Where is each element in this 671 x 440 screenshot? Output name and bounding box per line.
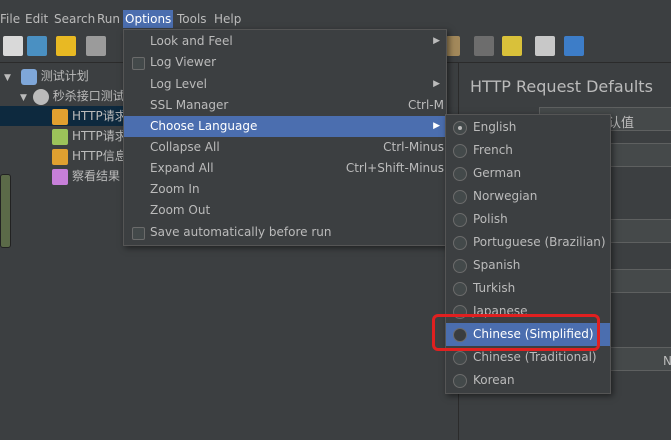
- radio-icon[interactable]: [453, 144, 467, 158]
- tree-node-label: 察看结果: [72, 169, 121, 183]
- menu-bar: File Edit Search Run Options Tools Help: [0, 0, 671, 29]
- new-icon[interactable]: [3, 36, 23, 56]
- tree-node-label: HTTP请求: [72, 129, 127, 143]
- tree-node-label: HTTP请求: [72, 109, 127, 123]
- chevron-down-icon[interactable]: ▼: [4, 73, 11, 83]
- radio-icon[interactable]: [453, 259, 467, 273]
- test-plan-tree: ▼ 测试计划 ▼ 秒杀接口测试 HTTP请求 HTTP请求 HTTP信息头 察看…: [0, 63, 139, 440]
- menu-options[interactable]: Options: [123, 10, 174, 28]
- menu-item-save-automatically[interactable]: Save automatically before run: [124, 222, 446, 243]
- chevron-right-icon: ▶: [433, 79, 440, 89]
- menu-item-look-and-feel[interactable]: Look and Feel ▶: [124, 31, 446, 52]
- chart-icon: [52, 168, 68, 185]
- radio-icon[interactable]: [453, 282, 467, 296]
- scissors-icon[interactable]: [446, 36, 460, 56]
- tree-node-thread-group[interactable]: ▼ 秒杀接口测试: [20, 86, 125, 106]
- radio-icon[interactable]: [453, 213, 467, 227]
- gear-icon: [32, 88, 49, 105]
- menu-search[interactable]: Search: [54, 10, 95, 28]
- checkbox[interactable]: [132, 57, 145, 70]
- menu-tools[interactable]: Tools: [177, 10, 207, 28]
- radio-icon[interactable]: [453, 236, 467, 250]
- tree-node-http-request-2[interactable]: HTTP请求: [52, 126, 127, 146]
- menu-item-zoom-out[interactable]: Zoom Out: [124, 200, 446, 221]
- tree-node-test-plan[interactable]: ▼ 测试计划: [4, 66, 89, 86]
- tree-node-http-request-1[interactable]: HTTP请求: [0, 106, 133, 126]
- language-item-portuguese-brazilian[interactable]: Portuguese (Brazilian): [446, 231, 610, 254]
- radio-icon[interactable]: [453, 190, 467, 204]
- save-icon[interactable]: [86, 36, 106, 56]
- open-icon[interactable]: [56, 36, 76, 56]
- language-item-polish[interactable]: Polish: [446, 208, 610, 231]
- radio-icon[interactable]: [453, 167, 467, 181]
- menu-item-log-viewer[interactable]: Log Viewer: [124, 52, 446, 73]
- tree-node-view-results[interactable]: 察看结果: [52, 166, 120, 186]
- checkbox[interactable]: [132, 227, 145, 240]
- header-manager-icon: [52, 148, 68, 165]
- language-item-english[interactable]: English: [446, 116, 610, 139]
- radio-selected-icon[interactable]: [453, 121, 467, 135]
- language-item-korean[interactable]: Korean: [446, 369, 610, 392]
- menu-file[interactable]: File: [0, 10, 20, 28]
- side-handle[interactable]: [0, 174, 11, 248]
- side-label: N: [663, 354, 671, 368]
- chevron-right-icon: ▶: [433, 121, 440, 131]
- menu-item-zoom-in[interactable]: Zoom In: [124, 179, 446, 200]
- flask-icon: [20, 68, 37, 85]
- language-submenu: English French German Norwegian Polish P…: [445, 114, 611, 394]
- menu-help[interactable]: Help: [214, 10, 241, 28]
- search-binoculars-icon[interactable]: [474, 36, 494, 56]
- radio-icon[interactable]: [453, 351, 467, 365]
- menu-item-collapse-all[interactable]: Collapse All Ctrl-Minus: [124, 137, 446, 158]
- help-icon[interactable]: [564, 36, 584, 56]
- templates-icon[interactable]: [27, 36, 47, 56]
- language-item-turkish[interactable]: Turkish: [446, 277, 610, 300]
- tree-node-label: 测试计划: [40, 69, 89, 83]
- annotation-highlight-box: [432, 314, 600, 351]
- menu-run[interactable]: Run: [97, 10, 120, 28]
- options-menu: Look and Feel ▶ Log Viewer Log Level ▶ SSL…: [123, 29, 447, 246]
- menu-item-ssl-manager[interactable]: SSL Manager Ctrl-M: [124, 95, 446, 116]
- language-item-french[interactable]: French: [446, 139, 610, 162]
- function-helper-icon[interactable]: [535, 36, 555, 56]
- sampler-icon: [52, 128, 68, 145]
- sampler-icon: [52, 108, 68, 125]
- clear-broom-icon[interactable]: [502, 36, 522, 56]
- language-item-german[interactable]: German: [446, 162, 610, 185]
- menu-edit[interactable]: Edit: [25, 10, 48, 28]
- language-item-spanish[interactable]: Spanish: [446, 254, 610, 277]
- tree-node-label: 秒杀接口测试: [52, 89, 125, 103]
- language-item-norwegian[interactable]: Norwegian: [446, 185, 610, 208]
- chevron-down-icon[interactable]: ▼: [20, 93, 27, 103]
- menu-item-expand-all[interactable]: Expand All Ctrl+Shift-Minus: [124, 158, 446, 179]
- radio-icon[interactable]: [453, 374, 467, 388]
- menu-item-choose-language[interactable]: Choose Language ▶: [124, 116, 446, 137]
- panel-title: HTTP Request Defaults: [470, 77, 653, 96]
- name-field-text: 认值: [608, 116, 635, 131]
- menu-item-log-level[interactable]: Log Level ▶: [124, 74, 446, 95]
- chevron-right-icon: ▶: [433, 36, 440, 46]
